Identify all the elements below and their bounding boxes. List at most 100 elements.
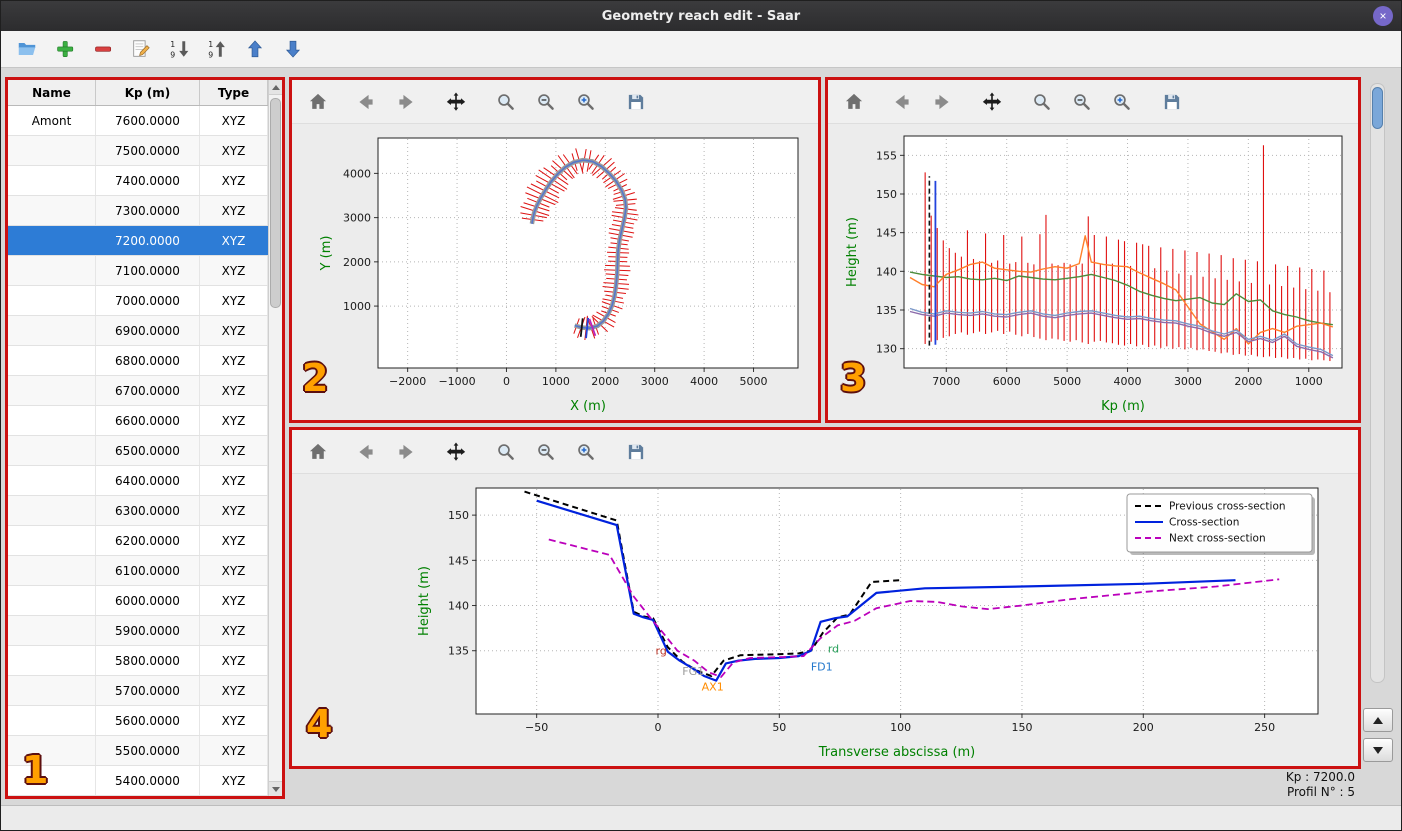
save-icon — [628, 444, 644, 459]
region-badge-4: 4 — [306, 702, 333, 746]
table-row[interactable]: 6600.0000 XYZ — [8, 406, 268, 436]
back-button[interactable] — [352, 88, 380, 116]
table-cell: 5500.0000 — [96, 736, 200, 765]
table-row[interactable]: Amont 7600.0000 XYZ — [8, 106, 268, 136]
scroll-down-button[interactable] — [269, 781, 282, 796]
zoom-out-button[interactable] — [532, 438, 560, 466]
home-button[interactable] — [304, 88, 332, 116]
edit-profile-button[interactable] — [127, 35, 155, 63]
table-row[interactable]: 6400.0000 XYZ — [8, 466, 268, 496]
svg-text:155: 155 — [876, 149, 897, 162]
add-profile-button[interactable] — [51, 35, 79, 63]
longitudinal-chart[interactable]: 7000 6000 5000 4000 3000 2000 1000 130 135 140 145… — [828, 124, 1358, 420]
zoom-out-button[interactable] — [1068, 88, 1096, 116]
table-cell: 7000.0000 — [96, 286, 200, 315]
zoom-out-icon — [538, 93, 554, 110]
table-scrollbar[interactable] — [268, 80, 282, 796]
remove-profile-button[interactable] — [89, 35, 117, 63]
column-header-type[interactable]: Type — [200, 80, 268, 105]
table-row[interactable]: 7500.0000 XYZ — [8, 136, 268, 166]
sort-ascending-button[interactable]: 19 — [203, 35, 231, 63]
svg-text:4000: 4000 — [690, 375, 718, 388]
table-row[interactable]: 5700.0000 XYZ — [8, 676, 268, 706]
table-row[interactable]: 6500.0000 XYZ — [8, 436, 268, 466]
forward-button[interactable] — [392, 438, 420, 466]
cross-section-chart[interactable]: −50 0 50 100 150 200 250 135 140 145 150 rg rd FG1 AX1… — [292, 474, 1358, 766]
profile-scrollbar-thumb[interactable] — [1372, 87, 1383, 129]
arrow-up-icon — [1373, 716, 1383, 724]
save-button[interactable] — [1158, 88, 1186, 116]
table-cell: XYZ — [200, 676, 268, 705]
forward-button[interactable] — [928, 88, 956, 116]
zoom-out-button[interactable] — [532, 88, 560, 116]
pan-button[interactable] — [442, 438, 470, 466]
table-row[interactable]: 6000.0000 XYZ — [8, 586, 268, 616]
svg-text:2000: 2000 — [591, 375, 619, 388]
column-header-name[interactable]: Name — [8, 80, 96, 105]
table-cell: XYZ — [200, 766, 268, 795]
home-button[interactable] — [840, 88, 868, 116]
column-header-kp[interactable]: Kp (m) — [96, 80, 200, 105]
save-icon — [1164, 94, 1180, 109]
svg-text:−2000: −2000 — [389, 375, 426, 388]
table-row[interactable]: 5800.0000 XYZ — [8, 646, 268, 676]
svg-text:4000: 4000 — [343, 167, 371, 180]
zoom-in-button[interactable] — [572, 88, 600, 116]
table-row[interactable]: 7300.0000 XYZ — [8, 196, 268, 226]
table-row[interactable]: 6100.0000 XYZ — [8, 556, 268, 586]
close-button[interactable]: × — [1373, 6, 1393, 26]
forward-icon — [399, 444, 413, 459]
plan-view-chart[interactable]: −2000 −1000 0 1000 2000 3000 4000 5000 1000 2000 3… — [292, 124, 818, 420]
table-row[interactable]: 7100.0000 XYZ — [8, 256, 268, 286]
table-cell: XYZ — [200, 316, 268, 345]
back-icon — [895, 94, 909, 109]
table-row[interactable]: 6900.0000 XYZ — [8, 316, 268, 346]
back-button[interactable] — [352, 438, 380, 466]
table-row[interactable]: 7400.0000 XYZ — [8, 166, 268, 196]
back-button[interactable] — [888, 88, 916, 116]
pan-button[interactable] — [978, 88, 1006, 116]
move-down-button[interactable] — [279, 35, 307, 63]
arrow-down-icon — [271, 786, 280, 792]
save-button[interactable] — [622, 88, 650, 116]
table-cell — [8, 676, 96, 705]
forward-button[interactable] — [392, 88, 420, 116]
zoom-button[interactable] — [1028, 88, 1056, 116]
zoom-in-button[interactable] — [1108, 88, 1136, 116]
next-profile-button[interactable] — [1363, 738, 1393, 762]
svg-text:Previous cross-section: Previous cross-section — [1169, 501, 1286, 513]
move-up-button[interactable] — [241, 35, 269, 63]
table-row[interactable]: 5900.0000 XYZ — [8, 616, 268, 646]
table-row[interactable]: 7200.0000 XYZ — [8, 226, 268, 256]
save-button[interactable] — [622, 438, 650, 466]
table-row[interactable]: 5600.0000 XYZ — [8, 706, 268, 736]
table-cell: XYZ — [200, 406, 268, 435]
table-cell: Amont — [8, 106, 96, 135]
table-row[interactable]: 6800.0000 XYZ — [8, 346, 268, 376]
zoom-button[interactable] — [492, 438, 520, 466]
previous-profile-button[interactable] — [1363, 708, 1393, 732]
table-row[interactable]: 7000.0000 XYZ — [8, 286, 268, 316]
back-icon — [359, 94, 373, 109]
svg-text:9: 9 — [170, 50, 175, 59]
longitudinal-panel: 7000 6000 5000 4000 3000 2000 1000 130 135 140 145… — [825, 77, 1361, 423]
scroll-up-button[interactable] — [269, 80, 282, 95]
zoom-icon — [498, 93, 514, 110]
profile-scrollbar[interactable] — [1370, 83, 1385, 683]
table-cell — [8, 406, 96, 435]
pan-button[interactable] — [442, 88, 470, 116]
table-scrollbar-thumb[interactable] — [270, 98, 281, 308]
table-cell — [8, 376, 96, 405]
cross-section-panel: −50 0 50 100 150 200 250 135 140 145 150 rg rd FG1 AX1… — [289, 427, 1361, 769]
table-row[interactable]: 6300.0000 XYZ — [8, 496, 268, 526]
home-button[interactable] — [304, 438, 332, 466]
table-cell: XYZ — [200, 556, 268, 585]
svg-text:4000: 4000 — [1114, 375, 1142, 388]
table-row[interactable]: 6200.0000 XYZ — [8, 526, 268, 556]
table-row[interactable]: 6700.0000 XYZ — [8, 376, 268, 406]
move-down-icon — [285, 40, 301, 58]
zoom-button[interactable] — [492, 88, 520, 116]
zoom-in-button[interactable] — [572, 438, 600, 466]
open-button[interactable] — [13, 35, 41, 63]
sort-descending-button[interactable]: 19 — [165, 35, 193, 63]
